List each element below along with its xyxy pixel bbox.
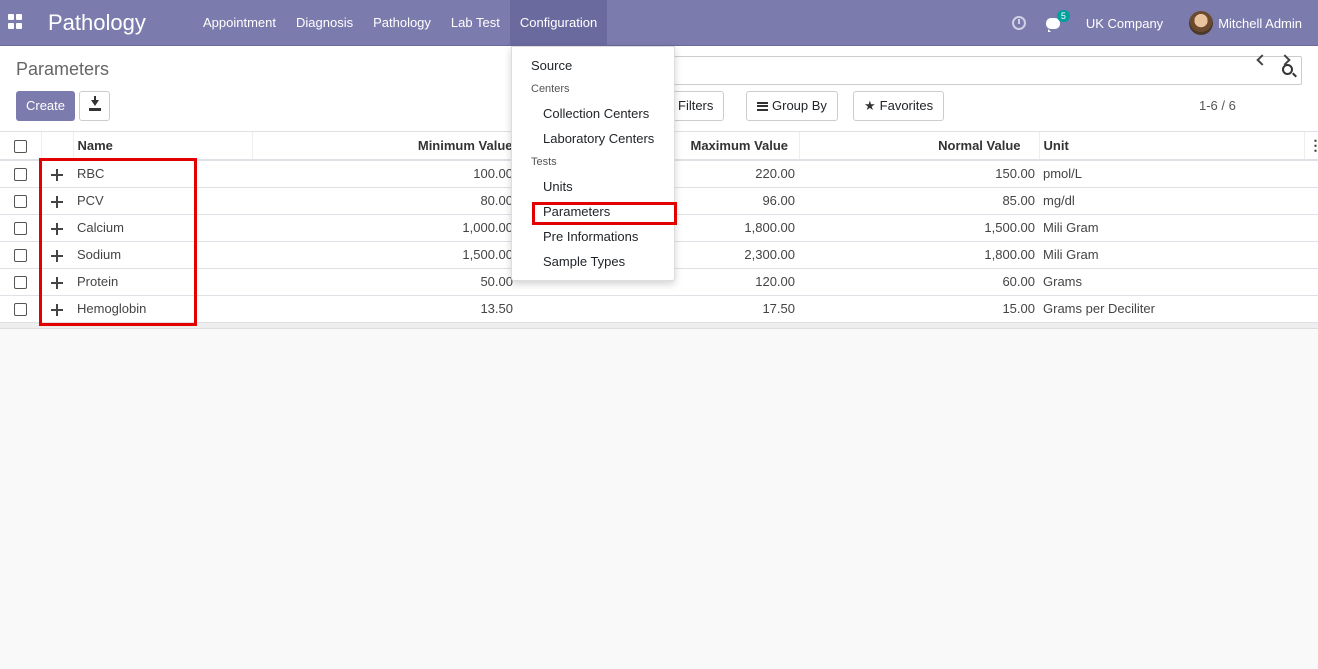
cell-normal-value: 1,500.00 [799,214,1039,242]
row-checkbox[interactable] [14,222,27,236]
menu-configuration[interactable]: Configuration [509,0,608,46]
column-header-name[interactable]: Name [73,132,253,161]
menu-appointment[interactable]: Appointment [193,0,286,46]
chat-count-badge: 5 [1056,9,1070,22]
messaging-button[interactable]: 5 [1045,9,1070,32]
cell-unit: mg/dl [1039,187,1304,215]
column-header-minimum-value[interactable]: Minimum Value [252,132,518,161]
cell-normal-value: 1,800.00 [799,241,1039,269]
cell-minimum-value: 13.50 [252,295,517,323]
group-by-button[interactable]: Group By [746,91,838,121]
search-bar [590,56,1302,85]
menu-pathology[interactable]: Pathology [363,0,441,46]
top-navbar: Pathology Appointment Diagnosis Patholog… [0,0,1318,46]
menu-diagnosis[interactable]: Diagnosis [286,0,363,46]
star-icon: ★ [864,98,876,113]
cell-minimum-value: 100.00 [252,160,517,188]
name-column-highlight [39,158,197,326]
cell-maximum-value: 17.50 [517,295,799,323]
create-button[interactable]: Create [16,91,75,121]
app-brand[interactable]: Pathology [48,10,146,36]
dropdown-item-sample-types[interactable]: Sample Types [512,250,674,274]
cell-normal-value: 150.00 [799,160,1039,188]
row-checkbox[interactable] [14,168,27,182]
systray: 5 UK Company Mitchell Admin [1011,0,1318,46]
column-header-normal-value[interactable]: Normal Value [799,132,1040,161]
select-all-checkbox[interactable] [13,140,27,154]
dropdown-item-laboratory-centers[interactable]: Laboratory Centers [512,127,674,151]
main-menu: Appointment Diagnosis Pathology Lab Test… [193,0,608,46]
dropdown-item-collection-centers[interactable]: Collection Centers [512,102,674,126]
avatar[interactable] [1189,11,1214,35]
table-row[interactable]: Hemoglobin 13.50 17.50 15.00 Grams per D… [0,295,1318,323]
row-checkbox[interactable] [14,276,27,290]
favorites-label: Favorites [879,98,934,113]
parameters-highlight [532,202,677,225]
optional-columns-icon[interactable]: ⋮ [1304,132,1318,161]
cell-normal-value: 85.00 [799,187,1039,215]
cell-unit: Grams [1039,268,1304,296]
cell-unit: Mili Gram [1039,241,1304,269]
list-footer [0,322,1318,329]
dropdown-header-centers: Centers [531,83,570,95]
apps-menu-icon[interactable] [8,14,24,30]
column-header-unit[interactable]: Unit [1039,132,1305,161]
cell-minimum-value: 80.00 [252,187,517,215]
cell-unit: pmol/L [1039,160,1304,188]
row-checkbox[interactable] [14,303,27,317]
cell-unit: Grams per Deciliter [1039,295,1304,323]
bars-icon [757,101,768,111]
row-checkbox[interactable] [14,249,27,263]
cell-minimum-value: 50.00 [252,268,517,296]
dropdown-header-tests: Tests [531,156,557,168]
filters-label: Filters [678,98,714,113]
page-title: Parameters [16,59,110,79]
cell-normal-value: 15.00 [799,295,1039,323]
dropdown-item-units[interactable]: Units [512,175,674,199]
company-switcher[interactable]: UK Company [1086,16,1163,31]
menu-lab-test[interactable]: Lab Test [441,0,510,46]
select-all-cell [0,132,42,161]
cell-normal-value: 60.00 [799,268,1039,296]
pager-value[interactable]: 1-6 / 6 [1199,98,1236,113]
configuration-dropdown: Source Centers Collection Centers Labora… [511,46,677,281]
export-button[interactable] [79,91,110,121]
search-icon[interactable] [1282,64,1293,75]
cell-minimum-value: 1,500.00 [252,241,517,269]
row-checkbox[interactable] [14,195,27,209]
cell-minimum-value: 1,000.00 [252,214,517,242]
search-input[interactable] [599,57,1269,84]
dropdown-item-source[interactable]: Source [512,54,674,78]
cell-unit: Mili Gram [1039,214,1304,242]
favorites-button[interactable]: ★ Favorites [853,91,945,121]
handle-header [41,132,74,161]
dropdown-item-pre-informations[interactable]: Pre Informations [512,225,674,249]
user-menu[interactable]: Mitchell Admin [1218,16,1302,31]
group-by-label: Group By [772,98,827,113]
activity-clock-icon[interactable] [1011,16,1026,30]
